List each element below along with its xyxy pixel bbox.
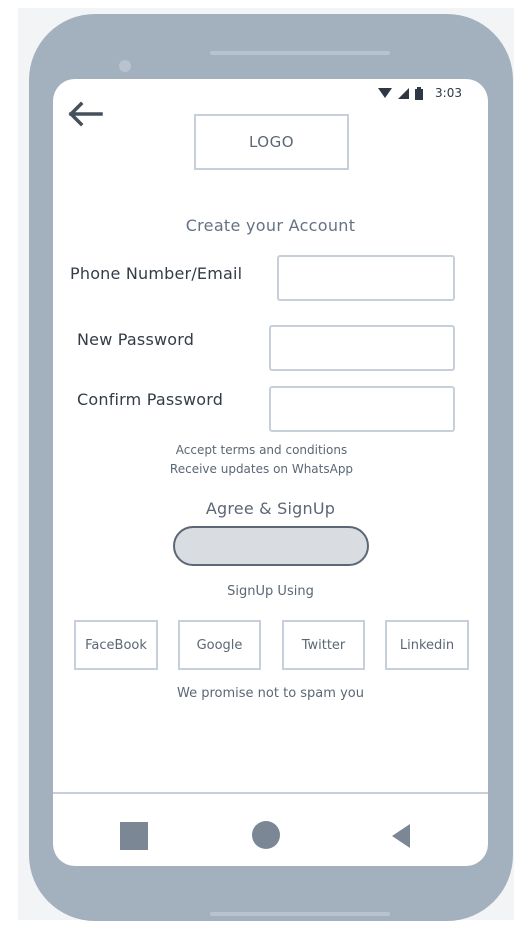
bottom-slot — [210, 912, 390, 916]
logo-text: LOGO — [248, 133, 295, 151]
new-password-label: New Password — [77, 330, 195, 349]
twitter-button-label: Twitter — [301, 637, 346, 653]
page-title: Create your Account — [185, 216, 356, 235]
signup-using-label: SignUp Using — [227, 584, 314, 599]
google-button[interactable]: Google — [178, 620, 261, 670]
back-arrow-icon[interactable] — [65, 99, 105, 129]
wifi-icon — [378, 87, 393, 98]
facebook-button[interactable]: FaceBook — [74, 620, 158, 670]
status-time: 3:03 — [435, 86, 462, 100]
new-password-input[interactable] — [269, 325, 455, 371]
google-button-label: Google — [196, 637, 243, 653]
confirm-password-input[interactable] — [269, 386, 455, 432]
logo: LOGO — [194, 114, 349, 170]
spam-note: We promise not to spam you — [177, 686, 364, 701]
accept-terms-text[interactable]: Accept terms and conditions — [53, 443, 470, 457]
agree-signup-button[interactable] — [173, 526, 369, 566]
nav-recents-square-icon[interactable] — [120, 822, 148, 850]
camera-icon — [119, 60, 131, 72]
phone-email-input[interactable] — [277, 255, 455, 301]
battery-icon — [415, 86, 424, 100]
nav-divider — [53, 792, 488, 794]
facebook-button-label: FaceBook — [85, 637, 147, 653]
speaker-grille — [210, 51, 390, 55]
confirm-password-label: Confirm Password — [77, 390, 224, 409]
nav-back-triangle-icon[interactable] — [390, 824, 410, 848]
linkedin-button[interactable]: Linkedin — [385, 620, 469, 670]
status-bar: 3:03 — [378, 85, 462, 101]
linkedin-button-label: Linkedin — [399, 637, 455, 653]
twitter-button[interactable]: Twitter — [282, 620, 365, 670]
phone-screen: 3:03 LOGO Create your Account Phone Numb… — [53, 79, 488, 866]
agree-signup-label: Agree & SignUp — [205, 499, 336, 518]
signal-icon — [398, 87, 410, 99]
whatsapp-updates-text[interactable]: Receive updates on WhatsApp — [53, 462, 470, 476]
phone-email-label: Phone Number/Email — [70, 264, 243, 283]
nav-home-circle-icon[interactable] — [252, 821, 280, 849]
